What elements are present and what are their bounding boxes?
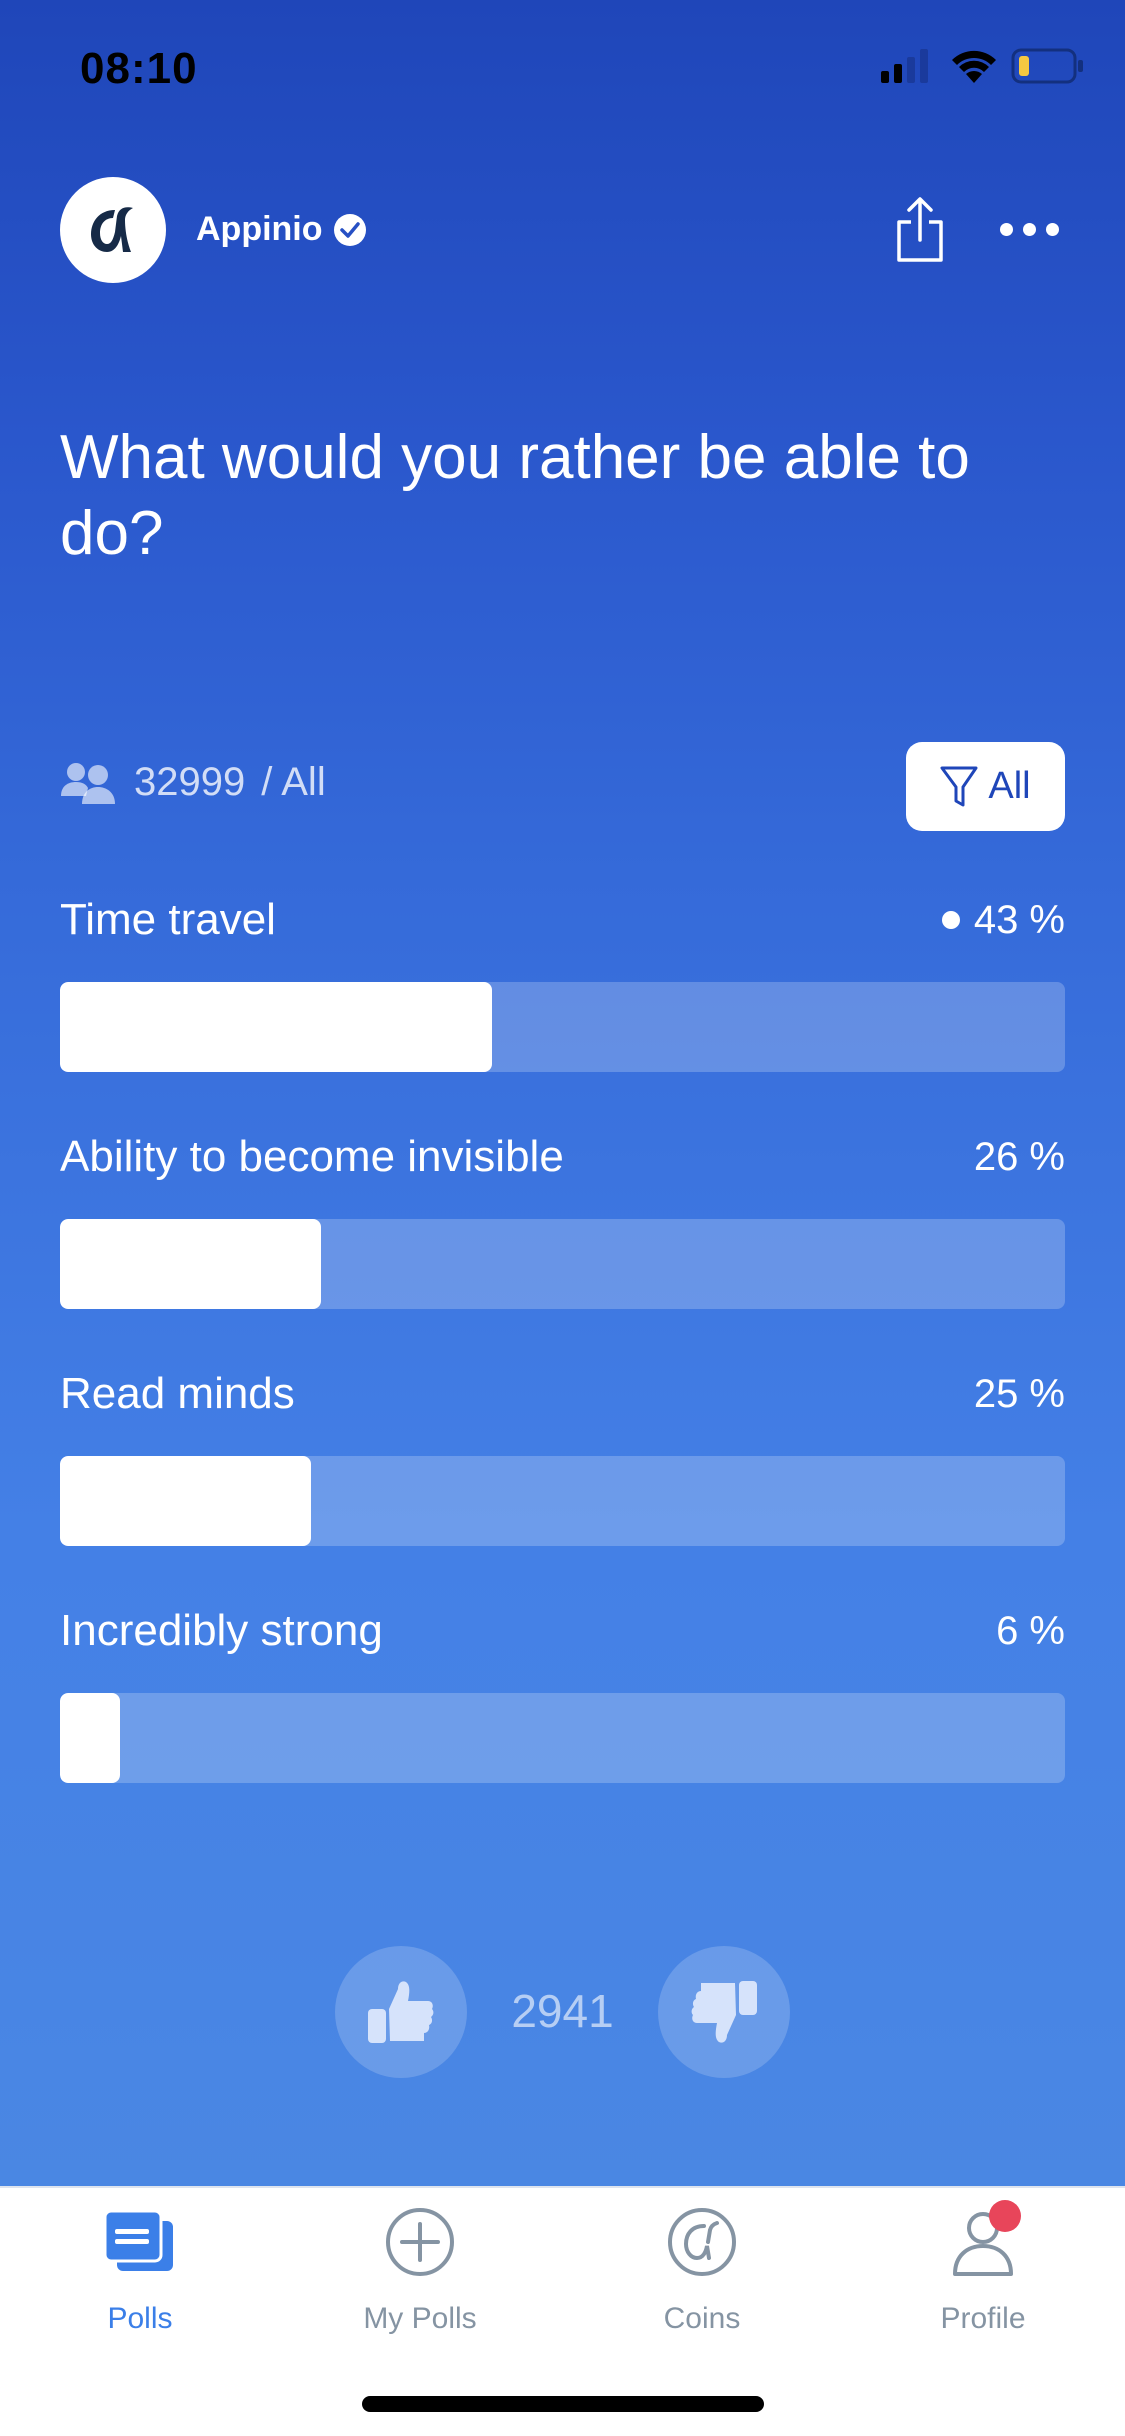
brand-name[interactable]: Appinio: [196, 210, 367, 249]
status-time: 08:10: [80, 44, 198, 93]
option-percent: 26 %: [974, 1135, 1065, 1180]
tab-profile[interactable]: Profile: [883, 2200, 1083, 2336]
poll-option[interactable]: Incredibly strong 6 %: [60, 1601, 1065, 1783]
option-label: Incredibly strong: [60, 1606, 383, 1655]
option-bar-fill: [60, 982, 493, 1072]
option-percent: 25 %: [974, 1372, 1065, 1417]
share-icon: [897, 197, 943, 262]
brand-avatar[interactable]: [60, 177, 166, 283]
poll-option[interactable]: Read minds 25 %: [60, 1364, 1065, 1546]
reaction-count: 2941: [511, 1985, 614, 2037]
users-icon: [61, 762, 115, 804]
appinio-logo-icon: [91, 207, 133, 252]
more-dot: [1046, 222, 1059, 236]
signal-icon: [881, 49, 928, 83]
coins-icon: [662, 2202, 742, 2282]
share-button[interactable]: [893, 196, 947, 264]
respondents-info: 32999 / All: [60, 760, 326, 805]
option-percent-text: 26 %: [973, 1134, 1065, 1179]
selected-dot-icon: [941, 911, 960, 929]
more-options-button[interactable]: [1000, 214, 1060, 244]
filter-icon: [940, 766, 978, 806]
thumbs-down-icon: [691, 1981, 757, 2043]
tab-polls[interactable]: Polls: [40, 2202, 240, 2336]
option-percent: 43 %: [941, 897, 1065, 943]
poll-question: What would you rather be able to do?: [60, 423, 970, 568]
polls-icon: [100, 2202, 180, 2282]
option-bar-track: [60, 1219, 1065, 1309]
tab-my-polls[interactable]: My Polls: [320, 2202, 520, 2336]
option-bar-track: [60, 982, 1065, 1072]
option-label: Time travel: [60, 895, 276, 944]
verified-badge-icon: [333, 213, 366, 246]
battery-icon: [1011, 48, 1083, 84]
tab-coins[interactable]: Coins: [602, 2202, 802, 2336]
status-icons: [881, 48, 1085, 84]
option-bar-fill: [60, 1456, 312, 1546]
tab-label: Profile: [940, 2302, 1026, 2335]
home-indicator[interactable]: [362, 2396, 764, 2412]
respondents-count: 32999: [134, 760, 246, 804]
option-label: Ability to become invisible: [60, 1132, 564, 1181]
option-label: Read minds: [60, 1369, 295, 1418]
filter-label: All: [988, 765, 1031, 807]
audience-label: / All: [261, 760, 326, 804]
option-percent-text: 43 %: [973, 897, 1065, 942]
option-bar-fill: [60, 1693, 121, 1783]
more-dot: [1023, 222, 1036, 236]
option-percent-text: 25 %: [973, 1371, 1065, 1416]
poll-option[interactable]: Time travel 43 %: [60, 890, 1065, 1072]
option-bar-fill: [60, 1219, 322, 1309]
filter-button[interactable]: All: [906, 742, 1065, 831]
option-bar-track: [60, 1456, 1065, 1546]
poll-option[interactable]: Ability to become invisible 26 %: [60, 1127, 1065, 1309]
option-bar-track: [60, 1693, 1065, 1783]
notification-badge: [989, 2200, 1021, 2232]
dislike-button[interactable]: [658, 1946, 790, 2078]
tab-label: Polls: [107, 2302, 173, 2335]
profile-icon: [943, 2200, 1023, 2282]
tab-label: Coins: [663, 2302, 741, 2335]
brand-name-text: Appinio: [196, 210, 323, 248]
option-percent: 6 %: [996, 1609, 1065, 1654]
wifi-icon: [952, 50, 996, 83]
tab-label: My Polls: [363, 2302, 477, 2335]
plus-circle-icon: [380, 2202, 460, 2282]
more-dot: [1000, 222, 1013, 236]
poll-screen: 08:10 Appinio What would you rather be a…: [0, 0, 1125, 2186]
option-percent-text: 6 %: [996, 1608, 1065, 1653]
